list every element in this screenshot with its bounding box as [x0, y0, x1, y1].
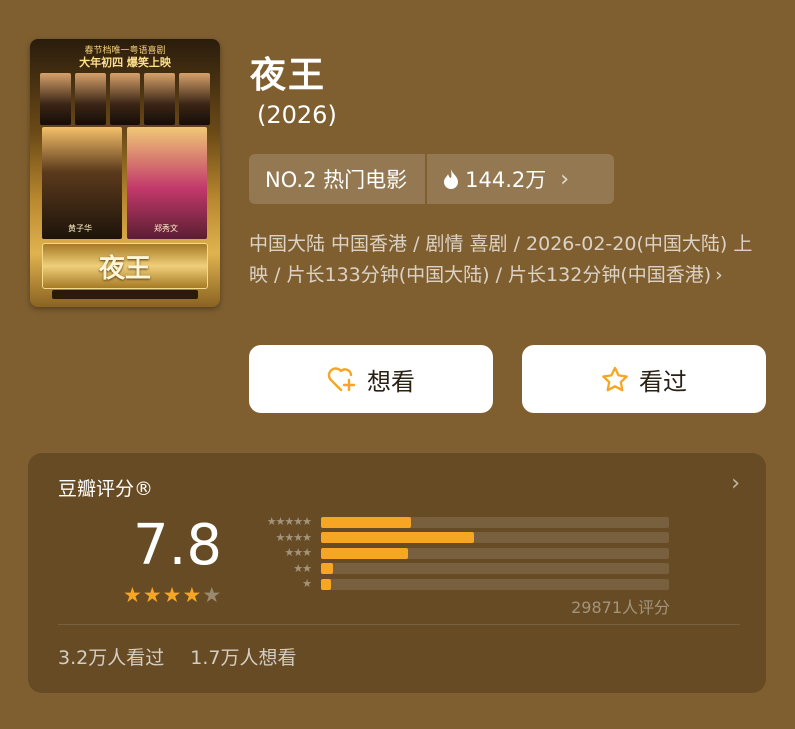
star-filled-icon: ★ [123, 583, 143, 607]
rating-bar-row: ★ [243, 577, 669, 590]
rating-bar-stars: ★★★★ [275, 530, 312, 544]
rating-bar-stars: ★★★ [284, 546, 312, 559]
chevron-right-icon: › [715, 264, 723, 286]
watched-count: 3.2万人看过 [58, 647, 165, 669]
heat-value: 144.2万 [465, 168, 547, 192]
rating-bar-track [321, 578, 669, 590]
rating-count: 29871人评分 [571, 598, 670, 617]
rating-bar-stars: ★★★★★ [266, 515, 312, 528]
poster-tagline: 春节档唯一粤语喜剧 大年初四 爆笑上映 [30, 45, 220, 69]
rating-bar-fill [321, 578, 332, 590]
poster-cast-photo [40, 73, 71, 125]
rating-label: 豆瓣评分® [58, 478, 154, 500]
audience-stats: 3.2万人看过 1.7万人想看 [58, 643, 296, 670]
divider [58, 624, 740, 625]
poster-cast-photo [109, 73, 141, 125]
poster-cast-photo [74, 73, 106, 125]
movie-info[interactable]: 中国大陆 中国香港 / 剧情 喜剧 / 2026-02-20(中国大陆) 上映 … [249, 229, 764, 291]
chevron-right-icon: › [560, 166, 570, 192]
rating-bar-row: ★★★★★ [243, 515, 669, 528]
rating-bar-track [321, 547, 669, 559]
movie-info-text: 中国大陆 中国香港 / 剧情 喜剧 / 2026-02-20(中国大陆) 上映 … [249, 233, 753, 286]
star-empty-icon: ★ [202, 583, 223, 607]
poster-cast-photo [144, 73, 176, 125]
rating-bar-fill [321, 547, 408, 559]
star-filled-icon: ★ [142, 583, 163, 607]
rating-bar-row: ★★★★ [243, 530, 669, 544]
poster-logo: 夜王 [42, 243, 208, 289]
rating-bar-stars: ★★ [293, 561, 312, 575]
rating-bar-track [321, 532, 669, 543]
rating-bar-track [321, 563, 669, 574]
poster-cast-photo [179, 73, 210, 125]
rating-bar-fill [321, 532, 475, 543]
star-outline-icon [602, 366, 628, 392]
rank-label: NO.2 热门电影 [265, 168, 408, 192]
poster-bottom-strip [52, 290, 198, 299]
fire-icon [444, 169, 459, 189]
movie-year: (2026) [257, 101, 337, 129]
rating-bar-fill [321, 563, 334, 574]
watched-button[interactable]: 看过 [522, 345, 766, 413]
want-to-watch-label: 想看 [367, 367, 415, 396]
rating-score: 7.8 [133, 513, 223, 578]
want-to-watch-button[interactable]: 想看 [249, 345, 493, 413]
rating-bar-row: ★★★ [243, 546, 669, 559]
rating-bar-fill [321, 516, 412, 528]
rating-bar-track [321, 516, 669, 528]
chevron-right-icon[interactable]: › [731, 471, 740, 496]
rating-bar-row: ★★ [243, 561, 669, 575]
movie-poster[interactable]: 春节档唯一粤语喜剧 大年初四 爆笑上映 黄子华 郑秀文 夜王 [30, 39, 220, 307]
rank-pill[interactable]: NO.2 热门电影 144.2万 › [249, 154, 614, 204]
watched-label: 看过 [639, 367, 687, 396]
poster-lead-left-name: 黄子华 [68, 224, 92, 233]
poster-cast-row [40, 73, 210, 125]
movie-title: 夜王 [250, 55, 327, 96]
star-filled-icon: ★ [182, 583, 203, 607]
heat-indicator[interactable]: 144.2万 › [427, 164, 569, 194]
rating-bar-stars: ★ [302, 577, 312, 590]
want-count: 1.7万人想看 [190, 647, 297, 669]
star-filled-icon: ★ [162, 583, 183, 607]
poster-release-line: 大年初四 爆笑上映 [79, 56, 171, 69]
poster-lead-right-name: 郑秀文 [154, 224, 178, 233]
rating-card[interactable]: 豆瓣评分® › 7.8 ★★★★★ ★★★★★ ★★★★ ★★★ ★★ ★ 29871人… [28, 453, 766, 693]
rating-stars: ★★★★★ [123, 583, 222, 607]
heart-plus-icon [327, 367, 356, 392]
